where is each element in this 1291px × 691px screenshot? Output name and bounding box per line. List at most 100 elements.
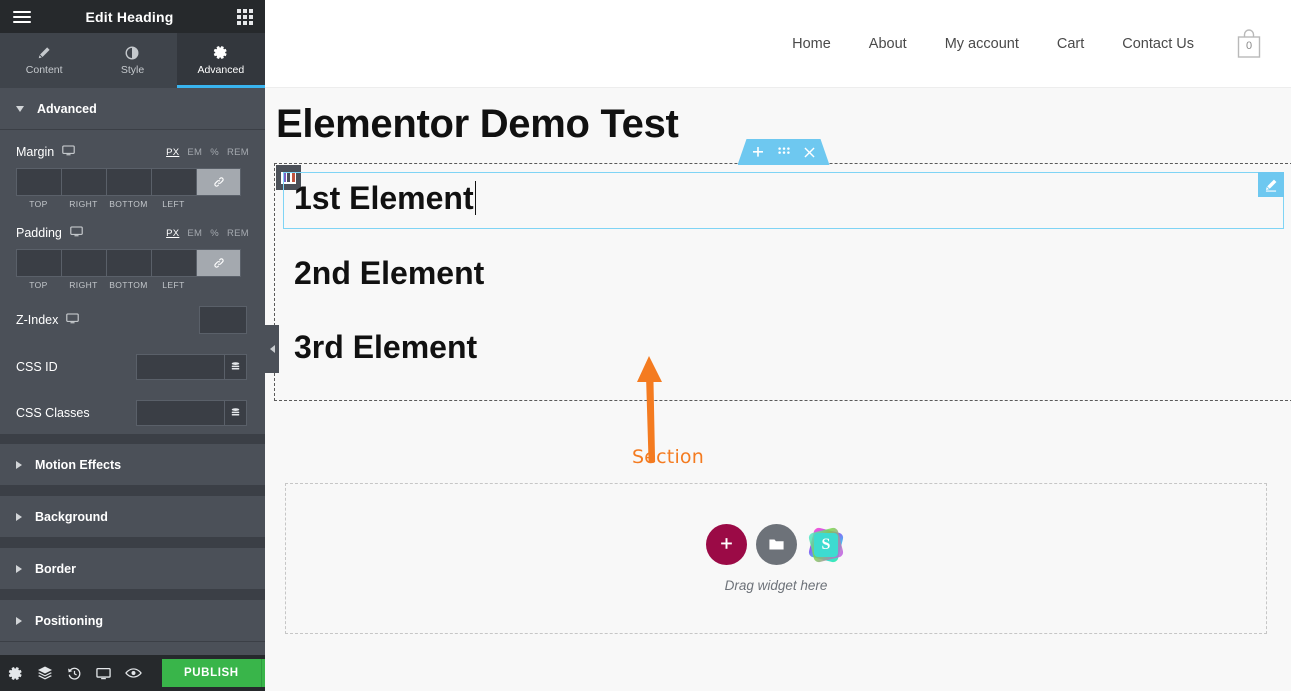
heading-widget-1-text: 1st Element — [294, 180, 474, 216]
panel-title: Edit Heading — [85, 8, 174, 25]
margin-link-icon[interactable] — [196, 168, 241, 196]
layers-icon[interactable] — [37, 663, 53, 683]
tab-content-label: Content — [25, 64, 63, 76]
margin-control-header: Margin PX EM % REM — [16, 144, 249, 160]
padding-label-group: Padding — [16, 225, 83, 241]
database-icon[interactable] — [224, 354, 247, 380]
half-circle-icon — [125, 45, 139, 60]
advanced-controls: Margin PX EM % REM TOP RIGHT BOTTOM LEFT… — [0, 130, 265, 434]
padding-left-input[interactable] — [151, 249, 196, 277]
close-icon[interactable] — [804, 146, 815, 158]
padding-top-input[interactable] — [16, 249, 61, 277]
z-index-label-group: Z-Index — [16, 312, 80, 328]
padding-inputs — [16, 249, 249, 277]
css-id-input[interactable] — [136, 354, 224, 380]
gear-icon[interactable] — [8, 663, 23, 683]
z-index-input[interactable] — [199, 306, 247, 334]
z-index-control: Z-Index — [16, 306, 249, 334]
text-cursor — [474, 181, 476, 215]
add-widget-button[interactable] — [706, 524, 747, 565]
chevron-right-icon — [16, 512, 22, 521]
nav-item-about[interactable]: About — [869, 36, 907, 52]
margin-bottom-input[interactable] — [106, 168, 151, 196]
section-header-positioning[interactable]: Positioning — [0, 600, 265, 642]
padding-label: Padding — [16, 226, 62, 240]
pencil-icon[interactable] — [1258, 172, 1284, 197]
css-classes-field-group — [136, 400, 247, 426]
padding-left-label: LEFT — [162, 280, 185, 290]
panel-collapse-toggle[interactable] — [265, 325, 279, 373]
section-header-motion-effects[interactable]: Motion Effects — [0, 444, 265, 486]
section-toolbar[interactable] — [737, 139, 830, 165]
drop-area[interactable]: S Drag widget here — [285, 483, 1267, 634]
nav-item-my-account[interactable]: My account — [945, 36, 1019, 52]
shopping-bag-icon[interactable]: 0 — [1234, 27, 1264, 61]
margin-label-group: Margin — [16, 144, 75, 160]
margin-unit-percent[interactable]: % — [210, 147, 219, 158]
padding-link-icon[interactable] — [196, 249, 241, 277]
site-nav: Home About My account Cart Contact Us — [792, 36, 1194, 52]
gear-icon — [213, 45, 228, 60]
padding-unit-px[interactable]: PX — [166, 228, 179, 239]
margin-unit-px[interactable]: PX — [166, 147, 179, 158]
nav-item-home[interactable]: Home — [792, 36, 831, 52]
section-header-background[interactable]: Background — [0, 496, 265, 538]
history-icon[interactable] — [67, 663, 82, 683]
site-header: Home About My account Cart Contact Us 0 — [265, 0, 1291, 88]
section-header-motion-effects-label: Motion Effects — [35, 457, 122, 472]
section-header-advanced[interactable]: Advanced — [0, 88, 265, 130]
padding-unit-percent[interactable]: % — [210, 228, 219, 239]
section-header-border-label: Border — [35, 561, 76, 576]
desktop-icon[interactable] — [62, 144, 75, 160]
chevron-down-icon — [16, 105, 24, 112]
css-classes-label: CSS Classes — [16, 406, 90, 420]
padding-right-input[interactable] — [61, 249, 106, 277]
elementor-section[interactable]: 1st Element 2nd Element 3rd Element Sect… — [274, 139, 1291, 468]
template-library-button[interactable] — [756, 524, 797, 565]
padding-units: PX EM % REM — [166, 228, 249, 239]
s-logo-letter: S — [814, 532, 838, 557]
margin-unit-em[interactable]: EM — [187, 147, 202, 158]
padding-bottom-input[interactable] — [106, 249, 151, 277]
tab-style[interactable]: Style — [88, 33, 176, 88]
section-header-border[interactable]: Border — [0, 548, 265, 590]
nav-item-cart[interactable]: Cart — [1057, 36, 1084, 52]
panel-divider — [0, 590, 265, 600]
publish-button[interactable]: PUBLISH — [162, 659, 261, 687]
responsive-icon[interactable] — [96, 663, 111, 683]
margin-left-input[interactable] — [151, 168, 196, 196]
plus-icon[interactable] — [752, 146, 764, 158]
margin-right-label: RIGHT — [69, 199, 98, 209]
margin-top-input[interactable] — [16, 168, 61, 196]
tab-content[interactable]: Content — [0, 33, 88, 88]
database-icon[interactable] — [224, 400, 247, 426]
widgets-grid-icon[interactable] — [225, 0, 265, 33]
preview-eye-icon[interactable] — [125, 663, 142, 683]
padding-control-header: Padding PX EM % REM — [16, 225, 249, 241]
padding-unit-em[interactable]: EM — [187, 228, 202, 239]
padding-right-label: RIGHT — [69, 280, 98, 290]
tab-advanced[interactable]: Advanced — [176, 33, 266, 88]
editor-canvas: Home About My account Cart Contact Us 0 … — [265, 0, 1291, 691]
heading-widget-2[interactable]: 2nd Element — [284, 255, 484, 292]
panel-body: Margin PX EM % REM TOP RIGHT BOTTOM LEFT… — [0, 130, 265, 655]
nav-item-contact-us[interactable]: Contact Us — [1122, 36, 1194, 52]
padding-side-labels: TOP RIGHT BOTTOM LEFT — [16, 280, 249, 290]
cart-count: 0 — [1245, 39, 1253, 52]
panel-footer: PUBLISH — [0, 655, 287, 691]
dots-grid-icon[interactable] — [778, 147, 790, 157]
margin-unit-rem[interactable]: REM — [227, 147, 249, 158]
margin-left-label: LEFT — [162, 199, 185, 209]
margin-right-input[interactable] — [61, 168, 106, 196]
desktop-icon[interactable] — [70, 225, 83, 241]
pencil-icon — [37, 45, 51, 60]
heading-widget-3[interactable]: 3rd Element — [284, 329, 477, 366]
s-logo-icon[interactable]: S — [806, 525, 846, 565]
chevron-left-icon — [269, 345, 275, 353]
padding-top-label: TOP — [29, 280, 48, 290]
css-classes-input[interactable] — [136, 400, 224, 426]
desktop-icon[interactable] — [66, 312, 80, 328]
margin-inputs — [16, 168, 249, 196]
heading-widget-1[interactable]: 1st Element — [284, 180, 476, 217]
padding-unit-rem[interactable]: REM — [227, 228, 249, 239]
